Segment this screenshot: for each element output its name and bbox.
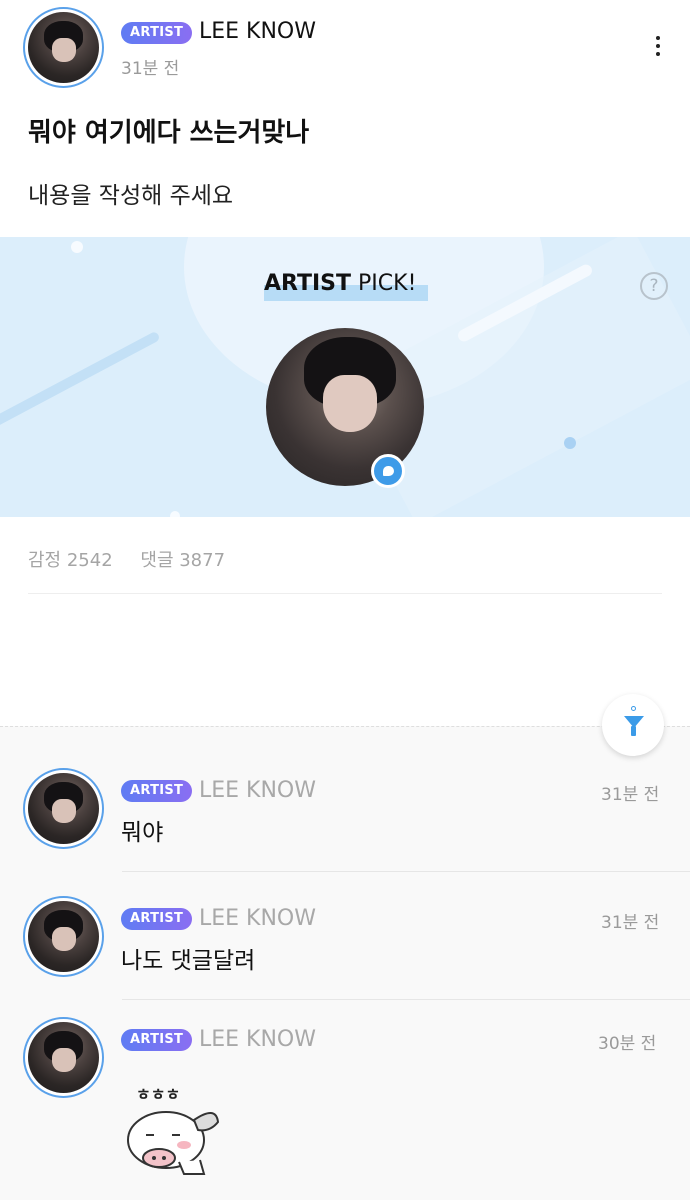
- artist-badge: ARTIST: [121, 780, 193, 802]
- divider: [28, 593, 662, 594]
- comment-text: 나도 댓글달려: [121, 948, 256, 974]
- post-stats: 감정 2542 댓글 3877: [28, 546, 247, 572]
- post-body: 내용을 작성해 주세요: [28, 183, 234, 209]
- artist-badge: ARTIST: [121, 1029, 193, 1051]
- filter-button[interactable]: [602, 694, 664, 756]
- artist-badge: ARTIST: [121, 908, 193, 930]
- chat-bubble-icon[interactable]: [371, 454, 405, 488]
- sticker-text: ㅎㅎㅎ: [136, 1085, 180, 1104]
- comment-author-name[interactable]: LEE KNOW: [199, 1027, 316, 1052]
- author-avatar[interactable]: [23, 7, 104, 88]
- comment-time: 31분 전: [601, 785, 660, 805]
- divider: [122, 871, 690, 872]
- post-time: 31분 전: [121, 59, 180, 79]
- cow-sticker-icon: ㅎㅎㅎ: [127, 1085, 220, 1175]
- comments-section: [0, 726, 690, 1200]
- post-title: 뭐야 여기에다 쓰는거맞나: [28, 118, 310, 148]
- artist-pick-title: ARTIST PICK!: [264, 271, 428, 301]
- emotion-count[interactable]: 감정 2542: [28, 550, 113, 571]
- help-icon[interactable]: ?: [640, 272, 668, 300]
- comment-time: 30분 전: [598, 1034, 657, 1054]
- artist-pick-banner: ARTIST PICK! ?: [0, 237, 690, 517]
- comment-avatar[interactable]: [23, 768, 104, 849]
- artist-badge: ARTIST: [121, 22, 193, 44]
- comment-avatar[interactable]: [23, 896, 104, 977]
- comment-author-name[interactable]: LEE KNOW: [199, 906, 316, 931]
- filter-icon: [631, 706, 636, 711]
- kebab-menu-icon[interactable]: [650, 36, 666, 62]
- author-name[interactable]: LEE KNOW: [199, 19, 316, 44]
- comment-author-name[interactable]: LEE KNOW: [199, 778, 316, 803]
- divider: [122, 999, 690, 1000]
- comment-time: 31분 전: [601, 913, 660, 933]
- comment-avatar[interactable]: [23, 1017, 104, 1098]
- comment-text: 뭐야: [121, 820, 164, 846]
- comment-count[interactable]: 댓글 3877: [140, 550, 225, 571]
